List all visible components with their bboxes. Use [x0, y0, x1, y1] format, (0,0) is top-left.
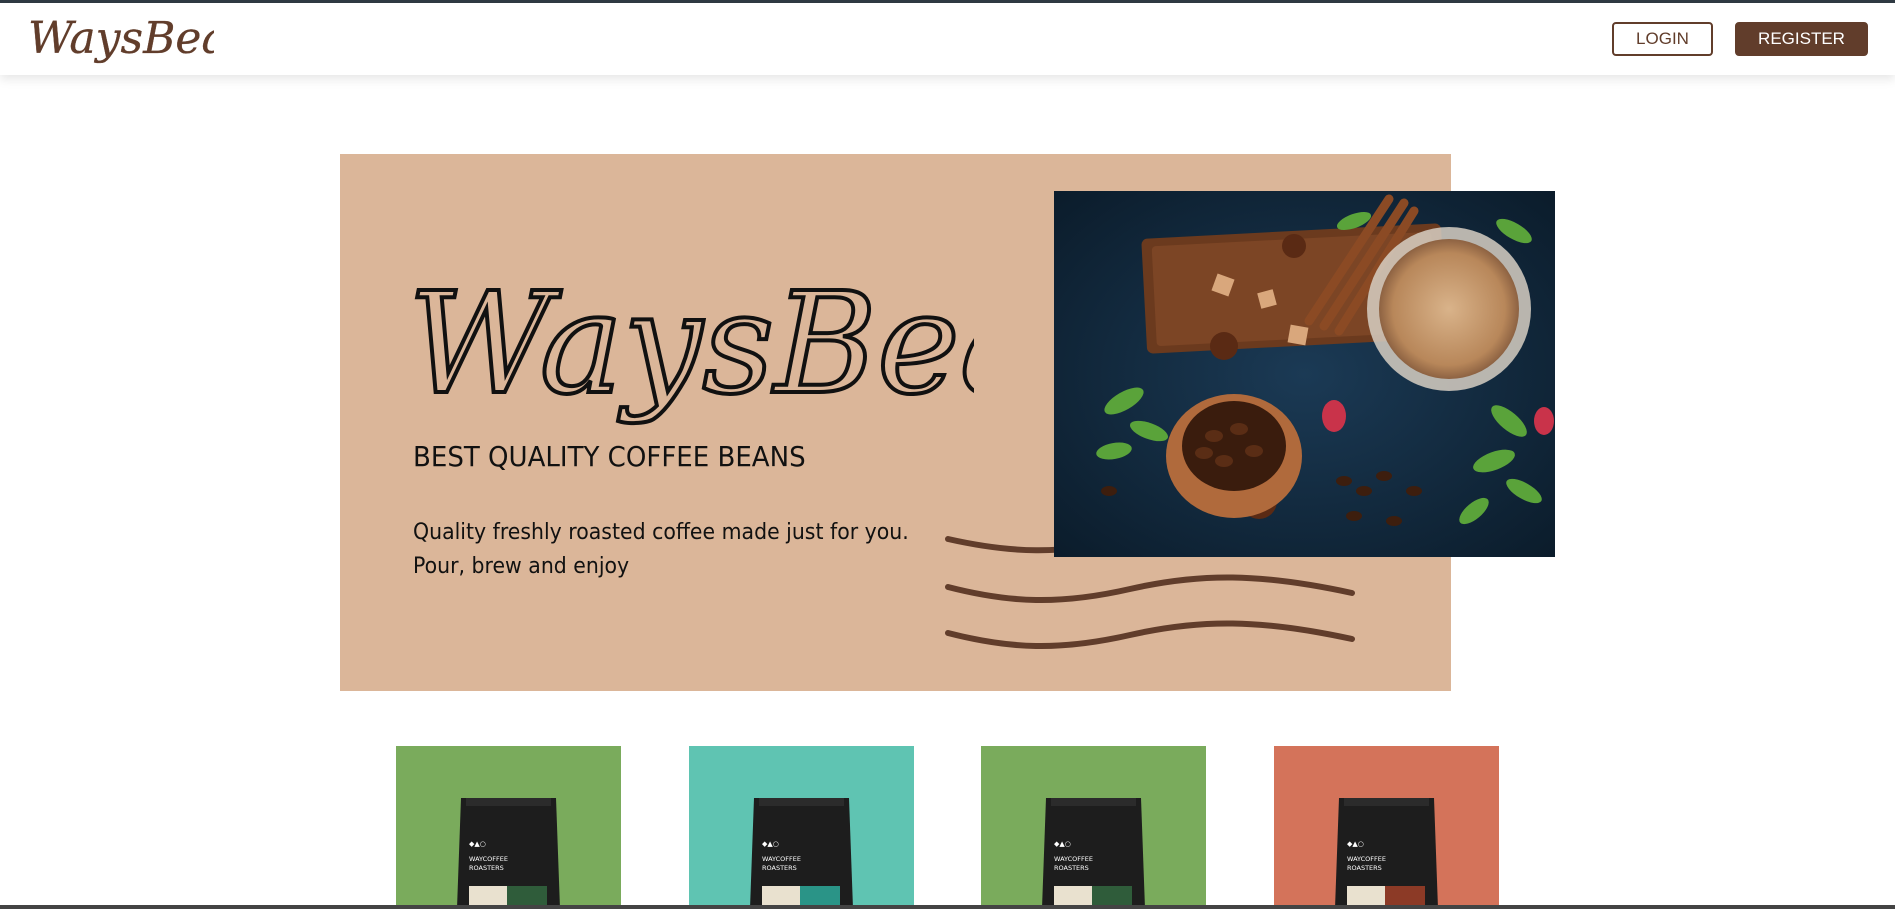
product-card[interactable]: ◆▲○ WAYCOFFEE ROASTERS [981, 746, 1206, 909]
hero-brand-logo: WaysBeans [406, 261, 974, 428]
svg-text:WAYCOFFEE: WAYCOFFEE [1347, 855, 1386, 863]
svg-text:WaysBeans: WaysBeans [408, 263, 974, 426]
product-card[interactable]: ◆▲○ WAYCOFFEE ROASTERS [689, 746, 914, 909]
svg-text:◆▲○: ◆▲○ [1347, 840, 1364, 848]
coffee-bag-image: ◆▲○ WAYCOFFEE ROASTERS [456, 798, 561, 909]
bag-label: WAYCOFFEE [469, 855, 508, 863]
hero-description: Quality freshly roasted coffee made just… [413, 516, 909, 584]
hero-subtitle: BEST QUALITY COFFEE BEANS [413, 440, 806, 473]
svg-text:ROASTERS: ROASTERS [762, 864, 797, 872]
coffee-bag-image: ◆▲○ WAYCOFFEE ROASTERS [749, 798, 854, 909]
svg-text:WAYCOFFEE: WAYCOFFEE [1054, 855, 1093, 863]
register-button[interactable]: REGISTER [1735, 22, 1868, 56]
svg-text:ROASTERS: ROASTERS [1054, 864, 1089, 872]
svg-text:◆▲○: ◆▲○ [762, 840, 779, 848]
svg-text:◆▲○: ◆▲○ [469, 840, 486, 848]
bottom-scroll-edge [0, 905, 1895, 909]
product-list: ◆▲○ WAYCOFFEE ROASTERS ◆▲○ WAYCOFFEE ROA… [0, 746, 1895, 909]
login-button[interactable]: LOGIN [1612, 22, 1713, 56]
hero-description-line-1: Quality freshly roasted coffee made just… [413, 520, 909, 545]
svg-text:◆▲○: ◆▲○ [1054, 840, 1071, 848]
svg-text:ROASTERS: ROASTERS [469, 864, 504, 872]
coffee-bag-image: ◆▲○ WAYCOFFEE ROASTERS [1334, 798, 1439, 909]
svg-text:WaysBeans: WaysBeans [28, 13, 214, 64]
coffee-photo [1054, 191, 1555, 557]
navbar: WaysBeans LOGIN REGISTER [0, 3, 1895, 75]
coffee-bag-image: ◆▲○ WAYCOFFEE ROASTERS [1041, 798, 1146, 909]
svg-text:ROASTERS: ROASTERS [1347, 864, 1382, 872]
brand-logo[interactable]: WaysBeans [24, 7, 214, 69]
product-card[interactable]: ◆▲○ WAYCOFFEE ROASTERS [396, 746, 621, 909]
product-card[interactable]: ◆▲○ WAYCOFFEE ROASTERS [1274, 746, 1499, 909]
hero-description-line-2: Pour, brew and enjoy [413, 554, 630, 579]
svg-text:WAYCOFFEE: WAYCOFFEE [762, 855, 801, 863]
